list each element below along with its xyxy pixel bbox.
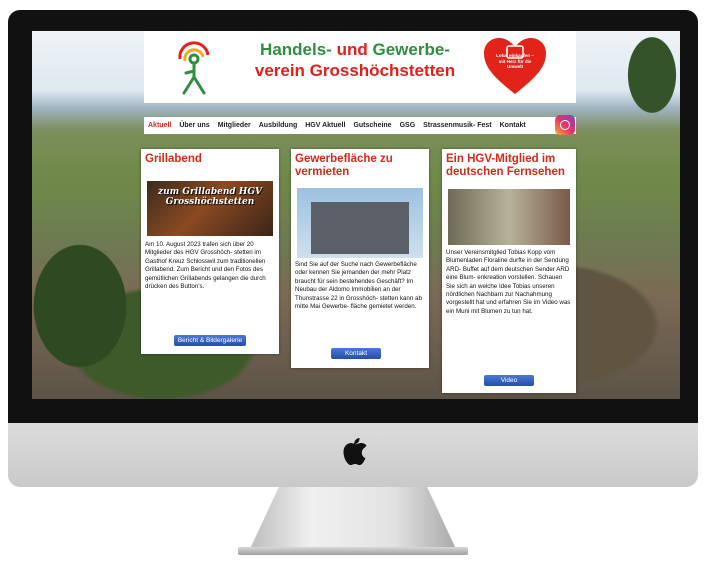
tv-show-image <box>448 189 570 245</box>
heart-logo-text: Lokal einkaufen – mit Herz für die Umwel… <box>496 53 534 69</box>
card-text: Sind Sie auf der Suche nach Gewerbefläch… <box>295 261 422 311</box>
main-navigation: Aktuell Über uns Mitglieder Ausbildung H… <box>144 117 576 134</box>
nav-item-mitglieder[interactable]: Mitglieder <box>218 122 251 129</box>
site-header: Handels- und Gewerbe- verein Grosshöchst… <box>144 31 576 103</box>
monitor-stand-foot <box>238 547 468 555</box>
card-text: Unser Vereinsmitglied Tobias Kopp vom Bl… <box>446 249 571 315</box>
site-title: Handels- und Gewerbe- verein Grosshöchst… <box>254 40 456 80</box>
grillabend-image-text: zum Grillabend HGV Grosshöchstetten <box>158 187 262 207</box>
card-title: Gewerbefläche zu vermieten <box>295 153 393 178</box>
screen: Handels- und Gewerbe- verein Grosshöchst… <box>32 31 680 399</box>
kontakt-button[interactable]: Kontakt <box>331 348 381 359</box>
hgv-logo-icon[interactable] <box>172 37 216 97</box>
nav-item-gutscheine[interactable]: Gutscheine <box>353 122 391 129</box>
card-text: Am 10. August 2023 trafen sich über 20 M… <box>145 241 266 291</box>
nav-item-ueber-uns[interactable]: Über uns <box>179 122 209 129</box>
apple-logo-icon <box>343 438 367 466</box>
nav-item-aktuell[interactable]: Aktuell <box>148 122 171 129</box>
nav-item-hgv-aktuell[interactable]: HGV Aktuell <box>305 122 345 129</box>
card-title: Ein HGV-Mitglied im deutschen Fernsehen <box>446 153 565 178</box>
building-shape <box>311 202 409 254</box>
nav-item-kontakt[interactable]: Kontakt <box>500 122 526 129</box>
instagram-icon[interactable] <box>555 115 575 135</box>
nav-item-ausbildung[interactable]: Ausbildung <box>259 122 298 129</box>
video-button[interactable]: Video <box>484 375 534 386</box>
background-foliage <box>610 31 680 141</box>
bericht-bildergalerie-button[interactable]: Bericht & Bildergalerie <box>174 335 246 346</box>
monitor-stand <box>250 487 456 549</box>
news-card-grillabend: Grillabend zum Grillabend HGV Grosshöchs… <box>141 149 279 354</box>
nav-item-gsg[interactable]: GSG <box>400 122 416 129</box>
news-card-fernsehen: Ein HGV-Mitglied im deutschen Fernsehen … <box>442 149 576 393</box>
news-card-gewerbeflaeche: Gewerbefläche zu vermieten Sind Sie auf … <box>291 149 429 368</box>
card-title: Grillabend <box>145 153 202 165</box>
building-image <box>297 188 423 258</box>
grillabend-image: zum Grillabend HGV Grosshöchstetten <box>147 181 273 236</box>
background-tree <box>32 211 152 399</box>
nav-item-strassenmusik-fest[interactable]: Strassenmusik- Fest <box>423 122 491 129</box>
